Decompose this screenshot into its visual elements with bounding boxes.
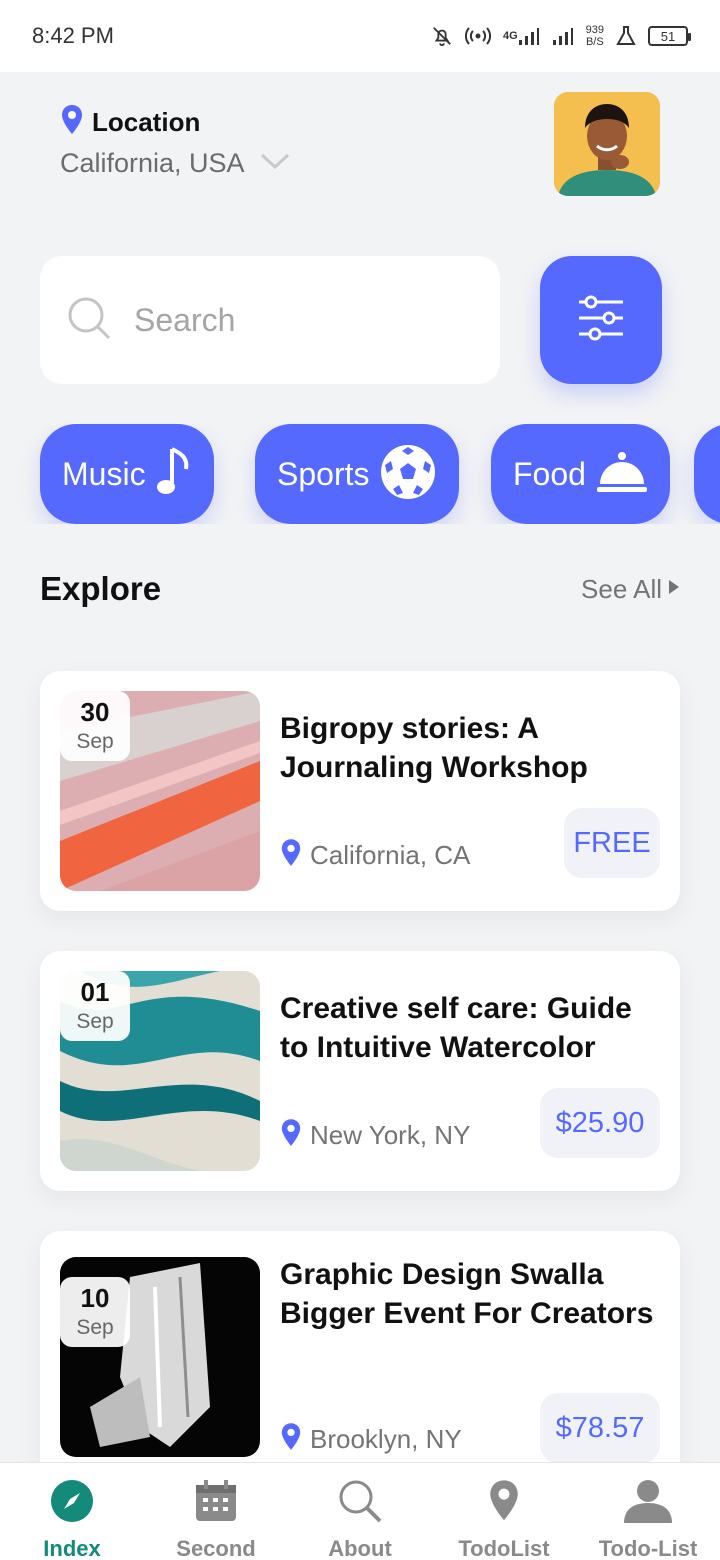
location-label: Location xyxy=(92,107,201,137)
mute-bell-icon xyxy=(431,25,453,47)
map-pin-icon xyxy=(280,1117,302,1154)
event-price: $25.90 xyxy=(540,1088,660,1158)
date-month: Sep xyxy=(76,1010,114,1033)
filter-button[interactable] xyxy=(540,256,662,384)
event-location-label: New York, NY xyxy=(310,1120,471,1150)
nav-item-todo-list[interactable]: Todo-List xyxy=(576,1463,720,1560)
event-title: Bigropy stories: A Journaling Workshop xyxy=(280,712,588,784)
map-pin-icon xyxy=(280,1421,302,1458)
filter-sliders-icon xyxy=(577,294,625,347)
map-pin-icon xyxy=(60,104,84,141)
nav-label: TodoList xyxy=(458,1536,550,1560)
compass-icon xyxy=(50,1479,94,1528)
location-selector[interactable]: California, USA xyxy=(60,148,291,179)
user-icon xyxy=(622,1479,674,1528)
battery-icon: 51 xyxy=(648,26,691,46)
bottom-nav: Index Second About TodoList Todo-List xyxy=(0,1462,720,1560)
nav-label: Todo-List xyxy=(598,1536,698,1560)
date-day: 01 xyxy=(80,977,110,1007)
see-all-label: See All xyxy=(581,574,662,604)
category-sports[interactable]: Sports xyxy=(255,424,460,524)
event-location-label: California, CA xyxy=(310,840,471,870)
date-day: 10 xyxy=(80,1283,110,1313)
calendar-icon xyxy=(194,1479,238,1528)
music-note-icon xyxy=(156,445,192,504)
category-label: Food xyxy=(513,455,586,492)
location-header: Location xyxy=(60,104,200,141)
map-pin-icon xyxy=(280,837,302,874)
hotspot-icon xyxy=(464,26,491,46)
event-location: California, CA xyxy=(280,837,470,874)
food-cloche-icon xyxy=(596,450,648,499)
search-icon xyxy=(66,295,112,346)
event-card[interactable]: 30 Sep Bigropy stories: A Journaling Wor… xyxy=(40,671,680,911)
search-input[interactable]: Search xyxy=(40,256,500,384)
date-month: Sep xyxy=(76,730,114,753)
event-price: FREE xyxy=(564,808,660,878)
date-day: 30 xyxy=(80,697,110,727)
section-title: Explore xyxy=(40,570,162,607)
status-time: 8:42 PM xyxy=(32,23,114,48)
search-placeholder: Search xyxy=(134,301,236,338)
event-title: Graphic Design Swalla Bigger Event For C… xyxy=(280,1258,654,1330)
battery-level: 51 xyxy=(660,28,676,44)
event-location: New York, NY xyxy=(280,1117,470,1154)
map-pin-icon xyxy=(487,1479,521,1528)
caret-right-icon xyxy=(668,579,680,600)
nav-item-todolist[interactable]: TodoList xyxy=(432,1463,576,1560)
date-badge: 30 Sep xyxy=(60,691,130,761)
status-icons: 4G 939 B/S 51 xyxy=(431,24,691,48)
netspeed-unit: B/S xyxy=(585,36,604,48)
category-more[interactable] xyxy=(694,424,720,524)
nav-item-second[interactable]: Second xyxy=(144,1463,288,1560)
nav-label: Index xyxy=(43,1536,101,1560)
category-label: Music xyxy=(62,455,146,492)
nav-label: Second xyxy=(176,1536,256,1560)
date-month: Sep xyxy=(76,1316,114,1339)
flask-icon xyxy=(616,25,636,47)
event-card[interactable]: 10 Sep Graphic Design Swalla Bigger Even… xyxy=(40,1231,680,1491)
netspeed: 939 B/S xyxy=(586,24,604,48)
date-badge: 01 Sep xyxy=(60,971,130,1041)
see-all-link[interactable]: See All xyxy=(581,574,680,605)
location-value: California, USA xyxy=(60,148,245,178)
category-food[interactable]: Food xyxy=(491,424,670,524)
signal-label: 4G xyxy=(502,30,518,42)
signal-icon xyxy=(552,26,574,46)
event-card[interactable]: 01 Sep Creative self care: Guide to Intu… xyxy=(40,951,680,1191)
category-label: Sports xyxy=(277,455,370,492)
event-location: Brooklyn, NY xyxy=(280,1421,462,1458)
category-music[interactable]: Music xyxy=(40,424,214,524)
date-badge: 10 Sep xyxy=(60,1277,130,1347)
nav-item-index[interactable]: Index xyxy=(0,1463,144,1560)
chevron-down-icon xyxy=(259,151,291,176)
avatar[interactable] xyxy=(554,92,660,196)
nav-label: About xyxy=(328,1536,392,1560)
event-location-label: Brooklyn, NY xyxy=(310,1424,462,1454)
nav-item-about[interactable]: About xyxy=(288,1463,432,1560)
soccer-ball-icon xyxy=(379,443,437,506)
event-title: Creative self care: Guide to Intuitive W… xyxy=(280,992,632,1064)
event-price: $78.57 xyxy=(540,1393,660,1463)
category-list: Music Sports Food xyxy=(0,424,720,524)
search-icon xyxy=(338,1479,382,1528)
signal-4g-icon: 4G xyxy=(503,26,540,46)
netspeed-value: 939 xyxy=(585,24,604,36)
status-bar: 8:42 PM 4G 939 B/S 51 xyxy=(0,0,720,72)
